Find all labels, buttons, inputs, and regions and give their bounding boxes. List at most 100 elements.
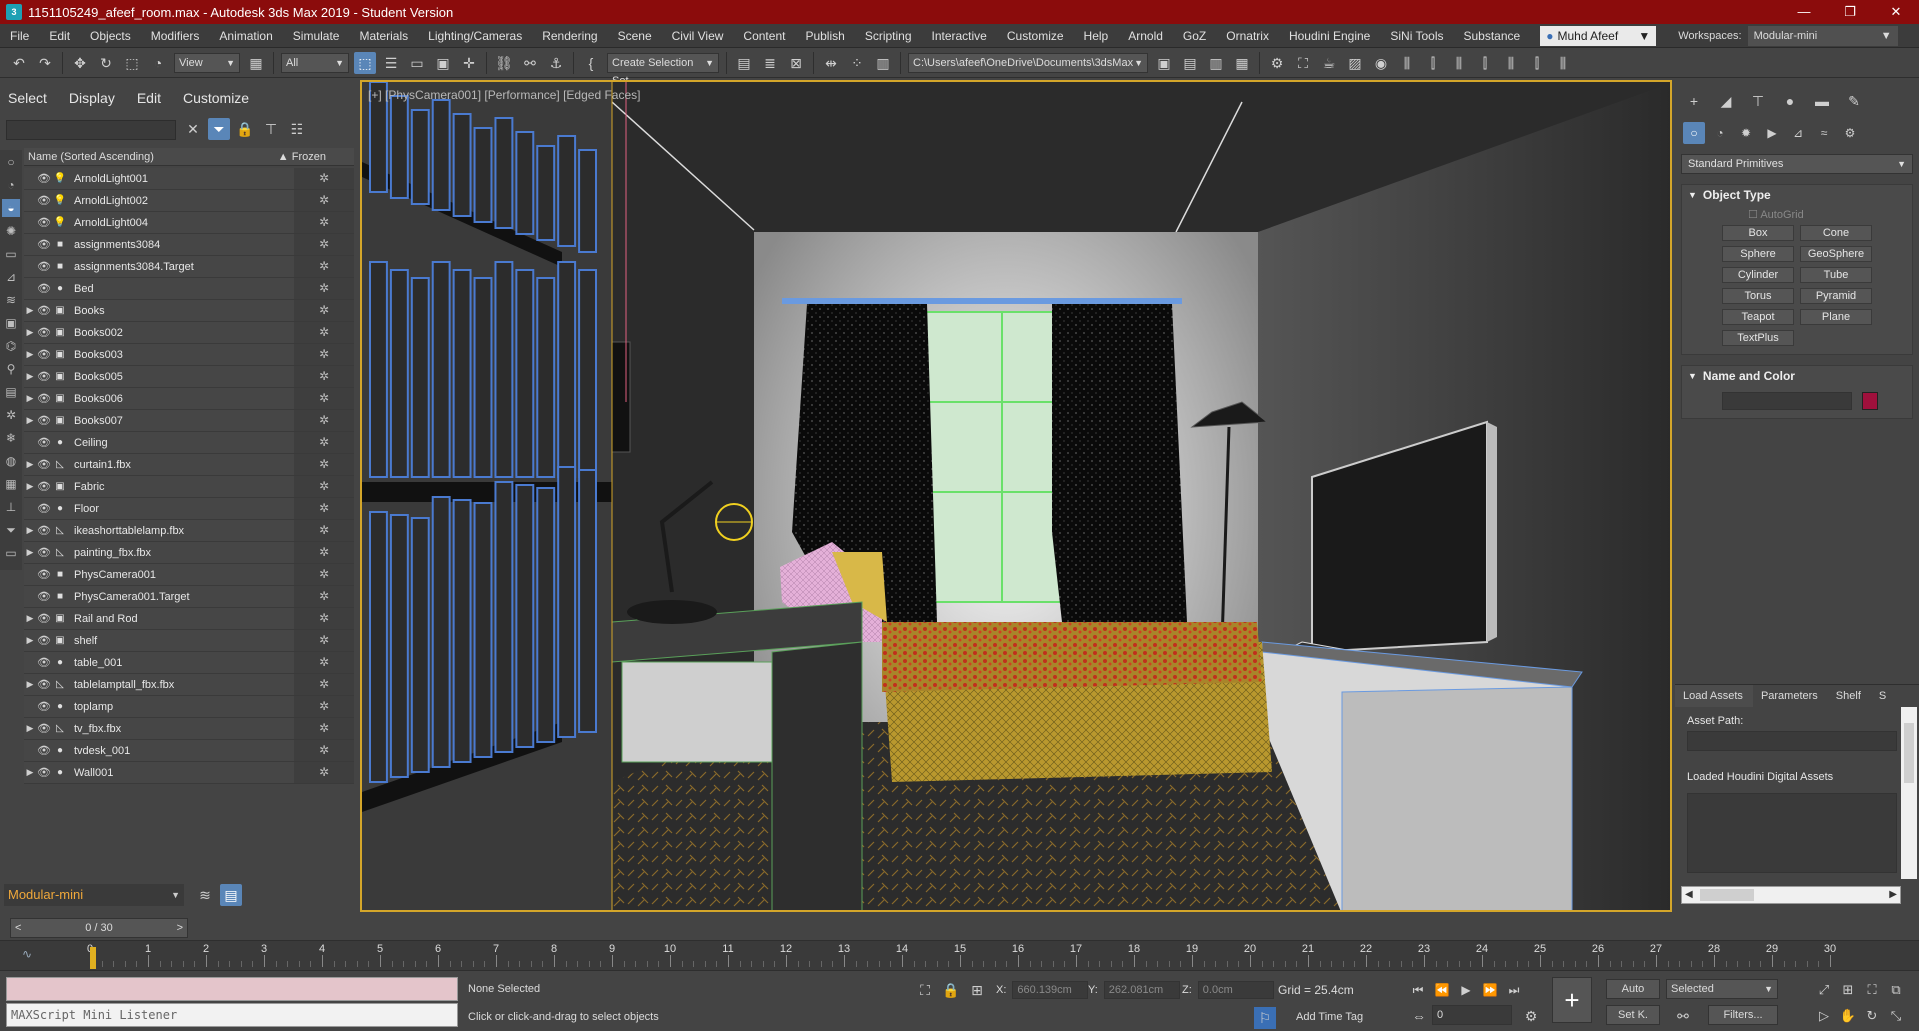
display-helpers-icon[interactable]: ⊿ (2, 268, 20, 286)
undo-icon[interactable]: ↶ (8, 52, 30, 74)
absolute-mode-icon[interactable]: ⊞ (966, 979, 988, 1001)
visibility-eye-icon[interactable]: 👁 (36, 480, 52, 493)
go-to-end-icon[interactable]: ⏭ (1503, 979, 1525, 1001)
menu-materials[interactable]: Materials (349, 29, 418, 43)
geosphere-button[interactable]: GeoSphere (1800, 246, 1872, 262)
object-color-swatch[interactable] (1862, 392, 1878, 410)
explorer-tab-customize[interactable]: Customize (183, 90, 249, 106)
toggle-ribbon-icon[interactable]: ⊠ (785, 52, 807, 74)
app-icon[interactable]: 3 (6, 4, 22, 20)
visibility-eye-icon[interactable]: 👁 (36, 194, 52, 207)
frozen-toggle-icon[interactable]: ✲ (294, 542, 354, 563)
z-coordinate-input[interactable]: 0.0cm (1197, 981, 1274, 999)
key-mode-icon[interactable]: ⇔ (1408, 1005, 1430, 1027)
redo-icon[interactable]: ↷ (34, 52, 56, 74)
tube-button[interactable]: Tube (1800, 267, 1872, 283)
menu-modifiers[interactable]: Modifiers (141, 29, 210, 43)
project-folder-icon[interactable]: ▣ (1153, 52, 1175, 74)
display-lights-icon[interactable]: ✺ (2, 222, 20, 240)
save-folder-icon[interactable]: ▥ (1205, 52, 1227, 74)
textplus-button[interactable]: TextPlus (1722, 330, 1794, 346)
visibility-eye-icon[interactable]: 👁 (36, 700, 52, 713)
frozen-toggle-icon[interactable]: ✲ (294, 564, 354, 585)
render-icon[interactable]: ☕ (1318, 52, 1340, 74)
plane-button[interactable]: Plane (1800, 309, 1872, 325)
clear-search-icon[interactable]: ✕ (182, 118, 204, 140)
time-slider-prev-icon[interactable]: < (11, 922, 25, 934)
menu-interactive[interactable]: Interactive (922, 29, 997, 43)
close-button[interactable]: ✕ (1873, 0, 1919, 24)
maximize-viewport-icon[interactable]: ⤡ (1885, 1005, 1907, 1027)
scene-row[interactable]: ▶ 👁 ◺ tv_fbx.fbx ✲ (24, 718, 354, 740)
scene-row[interactable]: 👁 ● tvdesk_001 ✲ (24, 740, 354, 762)
workspace-dropdown[interactable]: Modular-mini ▼ (1747, 25, 1898, 46)
menu-arnold[interactable]: Arnold (1118, 29, 1173, 43)
place-icon[interactable]: ◔ (147, 52, 169, 74)
menu-rendering[interactable]: Rendering (532, 29, 607, 43)
scene-row[interactable]: 👁 💡 ArnoldLight002 ✲ (24, 190, 354, 212)
layers-icon[interactable]: ☷ (286, 118, 308, 140)
scene-row[interactable]: ▶ 👁 ▣ shelf ✲ (24, 630, 354, 652)
expand-arrow-icon[interactable]: ▶ (24, 393, 36, 404)
box-button[interactable]: Box (1722, 225, 1794, 241)
orbit-icon[interactable]: ↻ (1861, 1005, 1883, 1027)
menu-houdini-engine[interactable]: Houdini Engine (1279, 29, 1380, 43)
object-type-header[interactable]: ▼ Object Type (1682, 185, 1912, 205)
visibility-eye-icon[interactable]: 👁 (36, 304, 52, 317)
name-color-header[interactable]: ▼ Name and Color (1682, 366, 1912, 386)
asset-tab-shelf[interactable]: Shelf (1828, 690, 1871, 702)
select-and-move-icon[interactable]: ✛ (458, 52, 480, 74)
auto-key-button[interactable]: Auto (1606, 979, 1660, 999)
selection-filter-dropdown[interactable]: All ▼ (281, 52, 349, 73)
expand-arrow-icon[interactable]: ▶ (24, 481, 36, 492)
torus-button[interactable]: Torus (1722, 288, 1794, 304)
helpers-icon[interactable]: ⊿ (1787, 122, 1809, 144)
y-coordinate-input[interactable]: 262.081cm (1103, 981, 1180, 999)
scene-row[interactable]: 👁 ● Floor ✲ (24, 498, 354, 520)
systems-icon[interactable]: ⚙ (1839, 122, 1861, 144)
visibility-eye-icon[interactable]: 👁 (36, 678, 52, 691)
visibility-eye-icon[interactable]: 👁 (36, 458, 52, 471)
bind-spacewarp-icon[interactable]: ⚓ (545, 52, 567, 74)
scene-row[interactable]: ▶ 👁 ▣ Books ✲ (24, 300, 354, 322)
frozen-toggle-icon[interactable]: ✲ (294, 366, 354, 387)
scene-row[interactable]: ▶ 👁 ▣ Books006 ✲ (24, 388, 354, 410)
scrollbar-thumb[interactable] (1700, 889, 1754, 901)
time-config-icon[interactable]: ⚙ (1520, 1005, 1542, 1027)
scene-row[interactable]: 👁 💡 ArnoldLight001 ✲ (24, 168, 354, 190)
visibility-eye-icon[interactable]: 👁 (36, 348, 52, 361)
filter-icon[interactable]: ⏷ (208, 118, 230, 140)
scene-row[interactable]: ▶ 👁 ▣ Books005 ✲ (24, 366, 354, 388)
explorer-workspace-dropdown[interactable]: Modular-mini ▼ (4, 884, 184, 906)
display-shapes-icon[interactable]: ◒ (2, 199, 20, 217)
pivot-icon[interactable]: ▦ (245, 52, 267, 74)
frozen-toggle-icon[interactable]: ✲ (294, 674, 354, 695)
display-children-icon[interactable]: ⊥ (2, 498, 20, 516)
unlink-icon[interactable]: ⚯ (519, 52, 541, 74)
menu-help[interactable]: Help (1074, 29, 1119, 43)
scene-row[interactable]: ▶ 👁 ◺ painting_fbx.fbx ✲ (24, 542, 354, 564)
display-particles-icon[interactable]: ✲ (2, 406, 20, 424)
frozen-toggle-icon[interactable]: ✲ (294, 718, 354, 739)
display-containers-icon[interactable]: ▤ (2, 383, 20, 401)
set-keys-button[interactable]: + (1552, 977, 1592, 1023)
expand-arrow-icon[interactable]: ▶ (24, 459, 36, 470)
scale-icon[interactable]: ⬚ (121, 52, 143, 74)
lock-selection-icon[interactable]: 🔒 (940, 979, 962, 1001)
explorer-column-header[interactable]: Name (Sorted Ascending) ▲ Frozen (24, 148, 354, 166)
frozen-toggle-icon[interactable]: ✲ (294, 608, 354, 629)
asset-path-input[interactable] (1687, 731, 1897, 751)
shelf-tool-icon[interactable]: ⫼ (1500, 52, 1522, 74)
frozen-toggle-icon[interactable]: ✲ (294, 388, 354, 409)
sphere-button[interactable]: Sphere (1722, 246, 1794, 262)
render-production-icon[interactable]: ▨ (1344, 52, 1366, 74)
visibility-eye-icon[interactable]: 👁 (36, 546, 52, 559)
mirror-icon[interactable]: ⇹ (820, 52, 842, 74)
scene-row[interactable]: ▶ 👁 ◺ curtain1.fbx ✲ (24, 454, 354, 476)
object-name-input[interactable] (1722, 392, 1852, 410)
visibility-eye-icon[interactable]: 👁 (36, 656, 52, 669)
zoom-extents-icon[interactable]: ⛶ (1861, 979, 1883, 1001)
browse-folder-icon[interactable]: ▦ (1231, 52, 1253, 74)
layer-explorer-icon[interactable]: ≣ (759, 52, 781, 74)
visibility-eye-icon[interactable]: 👁 (36, 612, 52, 625)
